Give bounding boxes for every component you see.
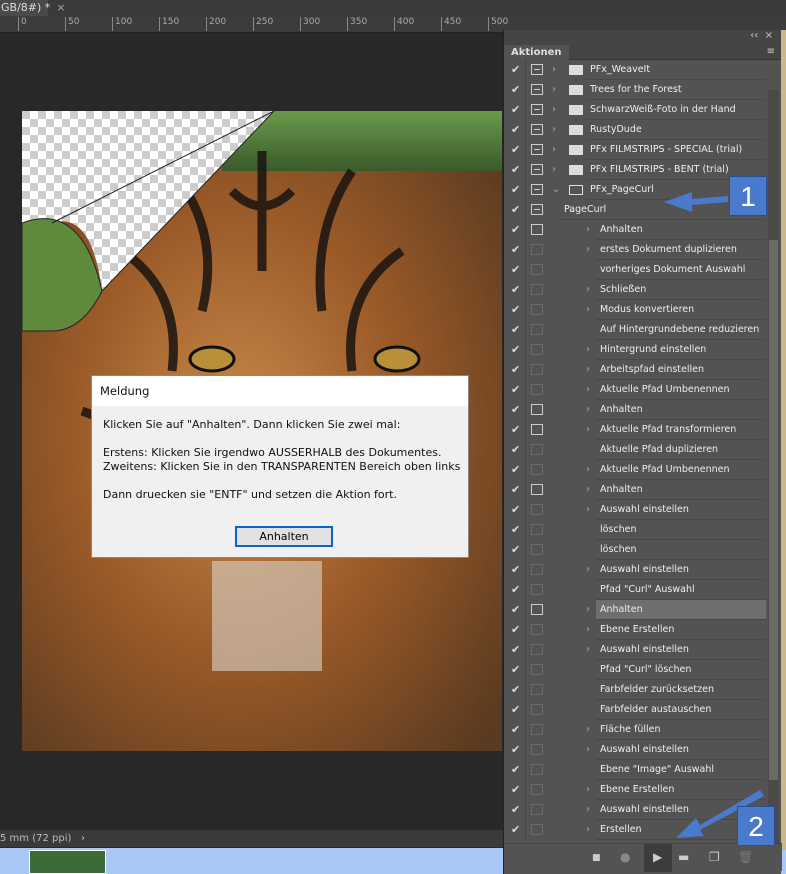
- anhalten-button[interactable]: Anhalten: [235, 526, 333, 547]
- dialog-line-2: Erstens: Klicken Sie irgendwo AUSSERHALB…: [103, 446, 442, 459]
- callout-2: 2: [737, 806, 775, 846]
- dialog-line-4: Dann druecken sie "ENTF" und setzen die …: [103, 488, 397, 501]
- dialog-line-1: Klicken Sie auf "Anhalten". Dann klicken…: [103, 418, 401, 431]
- message-dialog: Meldung Klicken Sie auf "Anhalten". Dann…: [91, 375, 469, 558]
- arrow-1: [664, 192, 728, 212]
- dialog-line-3: Zweitens: Klicken Sie in den TRANSPARENT…: [103, 460, 461, 473]
- callout-1: 1: [729, 176, 767, 216]
- dialog-title: Meldung: [92, 376, 468, 406]
